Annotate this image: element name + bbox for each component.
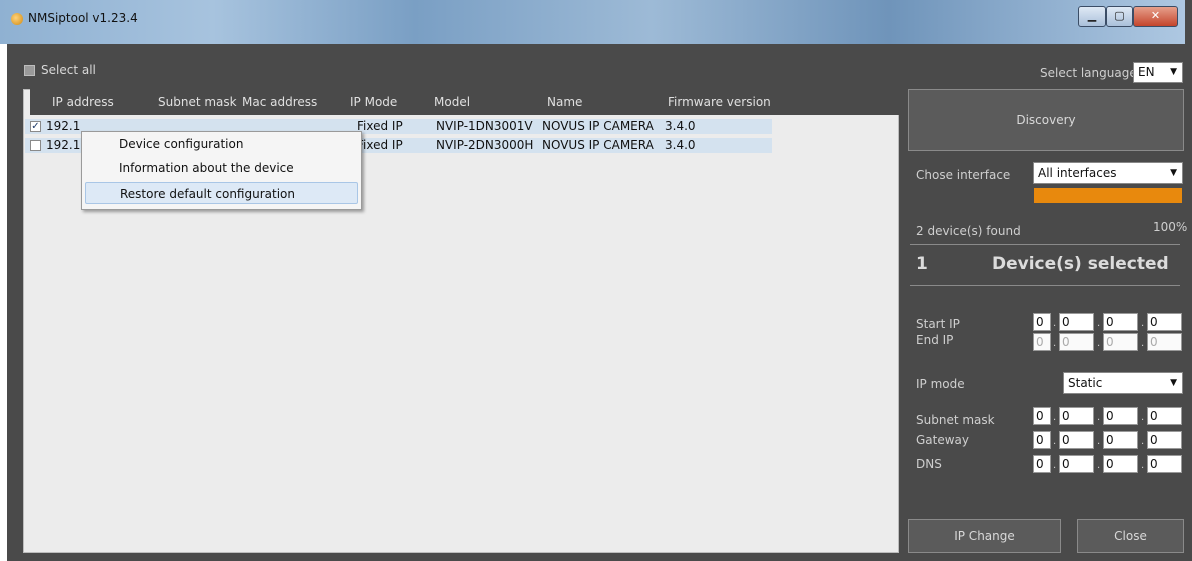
- ip-separator: .: [1053, 460, 1057, 471]
- cell-firmware: 3.4.0: [665, 119, 696, 133]
- ip-mode-label: IP mode: [916, 377, 965, 391]
- ip-separator: .: [1141, 436, 1145, 447]
- dns-octet-3[interactable]: 0: [1103, 455, 1138, 473]
- cell-ip-mode: Fixed IP: [357, 138, 403, 152]
- gateway-octet-4[interactable]: 0: [1147, 431, 1182, 449]
- ip-separator: .: [1097, 436, 1101, 447]
- menu-item-restore-default[interactable]: Restore default configuration: [85, 182, 358, 204]
- end-ip-octet-1[interactable]: 0: [1033, 333, 1051, 351]
- select-all-checkbox[interactable]: Select all: [24, 63, 96, 77]
- cell-model: NVIP-1DN3001V: [436, 119, 533, 133]
- chevron-down-icon: ▼: [1170, 168, 1177, 178]
- ip-separator: .: [1141, 460, 1145, 471]
- ip-separator: .: [1097, 412, 1101, 423]
- end-ip-label: End IP: [916, 333, 954, 347]
- dns-octet-4[interactable]: 0: [1147, 455, 1182, 473]
- cell-ip-mode: Fixed IP: [357, 119, 403, 133]
- discovery-progress-bar: [1034, 188, 1182, 203]
- ip-separator: .: [1053, 436, 1057, 447]
- language-select[interactable]: EN ▼: [1133, 62, 1183, 83]
- start-ip-octet-2[interactable]: 0: [1059, 313, 1094, 331]
- start-ip-octet-4[interactable]: 0: [1147, 313, 1182, 331]
- maximize-button[interactable]: ▢: [1106, 6, 1133, 27]
- selected-label: Device(s) selected: [992, 254, 1169, 274]
- subnet-octet-1[interactable]: 0: [1033, 407, 1051, 425]
- cell-ip: 192.1: [46, 119, 81, 133]
- interface-select[interactable]: All interfaces ▼: [1033, 162, 1183, 184]
- title-bar: NMSiptool v1.23.4 ▁ ▢ ✕: [0, 0, 1185, 44]
- close-button[interactable]: Close: [1077, 519, 1184, 553]
- selected-count: 1: [916, 254, 928, 274]
- gateway-octet-2[interactable]: 0: [1059, 431, 1094, 449]
- ip-separator: .: [1053, 338, 1057, 349]
- gateway-octet-1[interactable]: 0: [1033, 431, 1051, 449]
- window-title: NMSiptool v1.23.4: [28, 11, 138, 25]
- gateway-label: Gateway: [916, 433, 970, 447]
- start-ip-octet-1[interactable]: 0: [1033, 313, 1051, 331]
- subnet-mask-label: Subnet mask: [916, 413, 995, 427]
- column-header-firmware[interactable]: Firmware version: [668, 95, 771, 109]
- row-checkbox[interactable]: ✓: [30, 121, 41, 132]
- row-checkbox[interactable]: [30, 140, 41, 151]
- minimize-button[interactable]: ▁: [1078, 6, 1106, 27]
- dns-label: DNS: [916, 457, 942, 471]
- progress-percent: 100%: [1153, 220, 1188, 234]
- ip-separator: .: [1141, 338, 1145, 349]
- device-list-header: IP address Subnet mask Mac address IP Mo…: [30, 89, 900, 115]
- language-value: EN: [1138, 65, 1155, 79]
- column-header-subnet[interactable]: Subnet mask: [158, 95, 237, 109]
- cell-model: NVIP-2DN3000H: [436, 138, 534, 152]
- chevron-down-icon: ▼: [1170, 378, 1177, 388]
- ip-separator: .: [1053, 318, 1057, 329]
- interface-label: Chose interface: [916, 168, 1011, 182]
- ip-change-button[interactable]: IP Change: [908, 519, 1061, 553]
- cell-firmware: 3.4.0: [665, 138, 696, 152]
- close-window-button[interactable]: ✕: [1133, 6, 1178, 27]
- ip-mode-value: Static: [1068, 376, 1103, 390]
- column-header-ip-mode[interactable]: IP Mode: [350, 95, 397, 109]
- divider: [910, 285, 1180, 286]
- subnet-octet-3[interactable]: 0: [1103, 407, 1138, 425]
- cell-ip: 192.1: [46, 138, 81, 152]
- end-ip-octet-3[interactable]: 0: [1103, 333, 1138, 351]
- ip-separator: .: [1097, 460, 1101, 471]
- app-logo-icon: [11, 13, 23, 25]
- menu-item-device-configuration[interactable]: Device configuration: [85, 133, 358, 155]
- dns-octet-2[interactable]: 0: [1059, 455, 1094, 473]
- end-ip-octet-2[interactable]: 0: [1059, 333, 1094, 351]
- column-header-ip[interactable]: IP address: [52, 95, 114, 109]
- ip-separator: .: [1097, 318, 1101, 329]
- cell-name: NOVUS IP CAMERA: [542, 119, 654, 133]
- checkbox-icon[interactable]: [24, 64, 35, 76]
- cell-name: NOVUS IP CAMERA: [542, 138, 654, 152]
- devices-found-count: 2 device(s) found: [916, 224, 1021, 238]
- column-header-mac[interactable]: Mac address: [242, 95, 317, 109]
- start-ip-octet-3[interactable]: 0: [1103, 313, 1138, 331]
- end-ip-octet-4[interactable]: 0: [1147, 333, 1182, 351]
- interface-value: All interfaces: [1038, 166, 1117, 180]
- subnet-octet-4[interactable]: 0: [1147, 407, 1182, 425]
- divider: [910, 244, 1180, 245]
- ip-separator: .: [1141, 412, 1145, 423]
- dns-octet-1[interactable]: 0: [1033, 455, 1051, 473]
- discovery-button[interactable]: Discovery: [908, 89, 1184, 151]
- subnet-octet-2[interactable]: 0: [1059, 407, 1094, 425]
- select-all-label: Select all: [41, 63, 96, 77]
- column-header-name[interactable]: Name: [547, 95, 582, 109]
- context-menu: Device configuration Information about t…: [81, 131, 362, 210]
- ip-separator: .: [1053, 412, 1057, 423]
- chevron-down-icon: ▼: [1170, 67, 1177, 77]
- ip-separator: .: [1141, 318, 1145, 329]
- ip-mode-select[interactable]: Static ▼: [1063, 372, 1183, 394]
- menu-item-device-information[interactable]: Information about the device: [85, 157, 358, 179]
- language-label: Select language: [1040, 66, 1137, 80]
- ip-separator: .: [1097, 338, 1101, 349]
- gateway-octet-3[interactable]: 0: [1103, 431, 1138, 449]
- start-ip-label: Start IP: [916, 317, 960, 331]
- column-header-model[interactable]: Model: [434, 95, 470, 109]
